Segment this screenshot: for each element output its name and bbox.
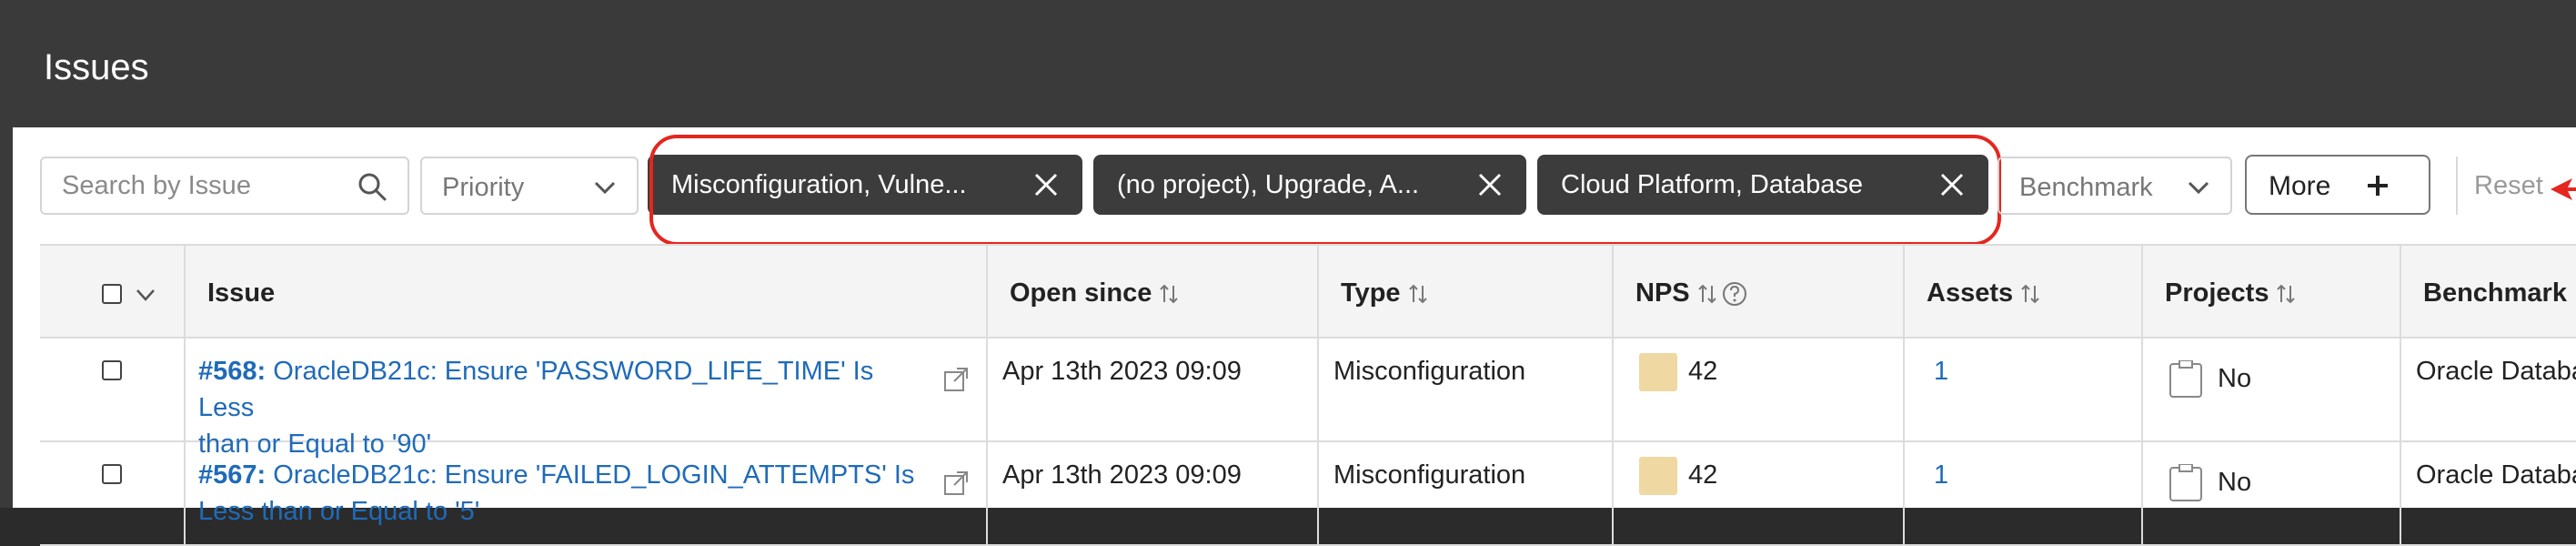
- projects-value: No: [2218, 468, 2252, 497]
- benchmark-value: Oracle Databa: [2416, 357, 2576, 386]
- column-header-benchmark: Benchmark: [2423, 278, 2567, 308]
- sort-icon[interactable]: [1406, 282, 1430, 306]
- search-input[interactable]: Search by Issue: [40, 157, 409, 215]
- column-divider: [2400, 442, 2401, 544]
- column-divider: [2141, 339, 2143, 440]
- column-divider: [1612, 246, 1614, 337]
- column-divider: [986, 442, 988, 544]
- column-divider: [1612, 442, 1614, 544]
- more-label: More: [2269, 171, 2331, 201]
- benchmark-label: Benchmark: [2019, 173, 2153, 202]
- column-header-label: Issue: [207, 278, 276, 308]
- filter-divider: [2456, 157, 2458, 215]
- annotation-arrow-icon: [2551, 178, 2576, 200]
- table-header: Issue Open since Type NPS Assets Project…: [40, 244, 2576, 339]
- column-divider: [2400, 246, 2401, 337]
- projects-value: No: [2218, 364, 2252, 393]
- column-divider: [1612, 339, 1614, 440]
- sort-icon[interactable]: [1696, 282, 1719, 306]
- assets-link[interactable]: 1: [1934, 353, 1948, 389]
- column-divider: [1903, 246, 1905, 337]
- external-link-icon[interactable]: [942, 366, 970, 393]
- row-checkbox[interactable]: [102, 464, 122, 484]
- nps-value: 42: [1688, 357, 1718, 386]
- sort-icon[interactable]: [2018, 282, 2042, 306]
- chevron-down-icon: [594, 181, 616, 195]
- open-since-value: Apr 13th 2023 09:09: [1002, 460, 1242, 490]
- column-header-label: Type: [1341, 278, 1401, 308]
- priority-label: Priority: [442, 173, 525, 202]
- column-header-type[interactable]: Type: [1341, 278, 1430, 308]
- column-divider: [1903, 442, 1905, 544]
- column-divider: [2141, 246, 2143, 337]
- annotation-highlight-outline: [649, 135, 2001, 246]
- benchmark-select[interactable]: Benchmark: [1997, 157, 2232, 215]
- search-icon[interactable]: [357, 171, 387, 202]
- chevron-down-icon[interactable]: [135, 286, 156, 304]
- chevron-down-icon: [2188, 181, 2209, 195]
- column-divider: [184, 246, 186, 337]
- issue-id: #567:: [198, 460, 267, 490]
- page-header: Issues: [13, 0, 2576, 127]
- column-header-assets[interactable]: Assets: [1927, 278, 2042, 308]
- column-divider: [2400, 339, 2401, 440]
- plus-icon: [2368, 176, 2388, 196]
- column-header-label: Assets: [1927, 278, 2014, 308]
- benchmark-value: Oracle Databa: [2416, 460, 2576, 490]
- column-header-label: Benchmark: [2423, 278, 2567, 308]
- issue-link[interactable]: #567: OracleDB21c: Ensure 'FAILED_LOGIN_…: [198, 457, 926, 530]
- assets-link[interactable]: 1: [1934, 457, 1948, 493]
- column-header-label: NPS: [1635, 278, 1690, 308]
- column-divider: [1903, 339, 1905, 440]
- clipboard-icon: [2169, 360, 2202, 398]
- row-checkbox[interactable]: [102, 360, 122, 380]
- nps-severity-swatch: [1639, 353, 1677, 391]
- window-edge: [0, 0, 13, 508]
- type-value: Misconfiguration: [1333, 460, 1526, 490]
- nps-severity-swatch: [1639, 457, 1677, 495]
- column-header-projects[interactable]: Projects: [2165, 278, 2298, 308]
- column-divider: [1317, 339, 1319, 440]
- column-divider: [1317, 442, 1319, 544]
- search-placeholder: Search by Issue: [62, 170, 251, 200]
- page-title: Issues: [44, 47, 149, 87]
- clipboard-icon: [2169, 464, 2202, 501]
- priority-select[interactable]: Priority: [420, 157, 639, 215]
- sort-icon[interactable]: [2274, 282, 2298, 306]
- column-header-label: Open since: [1010, 278, 1152, 308]
- column-divider: [986, 339, 988, 440]
- sort-icon[interactable]: [1157, 282, 1181, 306]
- issue-id: #568:: [198, 357, 267, 386]
- column-header-label: Projects: [2165, 278, 2269, 308]
- more-filters-button[interactable]: More: [2245, 155, 2430, 215]
- issue-title-continued: Less than or Equal to '5': [198, 497, 480, 526]
- external-link-icon[interactable]: [942, 470, 970, 497]
- type-value: Misconfiguration: [1333, 357, 1526, 386]
- issues-panel: Search by Issue Priority Misconfiguratio…: [13, 127, 2576, 546]
- issue-title: OracleDB21c: Ensure 'FAILED_LOGIN_ATTEMP…: [273, 460, 915, 490]
- column-divider: [2141, 442, 2143, 544]
- open-since-value: Apr 13th 2023 09:09: [1002, 357, 1242, 386]
- nps-value: 42: [1688, 460, 1718, 490]
- column-header-open-since[interactable]: Open since: [1010, 278, 1181, 308]
- select-all-checkbox[interactable]: [102, 284, 122, 304]
- help-icon[interactable]: [1721, 280, 1748, 308]
- column-divider: [1317, 246, 1319, 337]
- column-divider: [184, 339, 186, 440]
- table-row: #568: OracleDB21c: Ensure 'PASSWORD_LIFE…: [40, 339, 2576, 459]
- reset-button[interactable]: Reset: [2474, 171, 2543, 201]
- column-divider: [184, 442, 186, 544]
- column-header-issue: Issue: [207, 278, 275, 308]
- table-row: #567: OracleDB21c: Ensure 'FAILED_LOGIN_…: [40, 442, 2576, 546]
- issue-title: OracleDB21c: Ensure 'PASSWORD_LIFE_TIME'…: [198, 357, 874, 422]
- column-divider: [986, 246, 988, 337]
- column-header-nps[interactable]: NPS: [1635, 278, 1748, 308]
